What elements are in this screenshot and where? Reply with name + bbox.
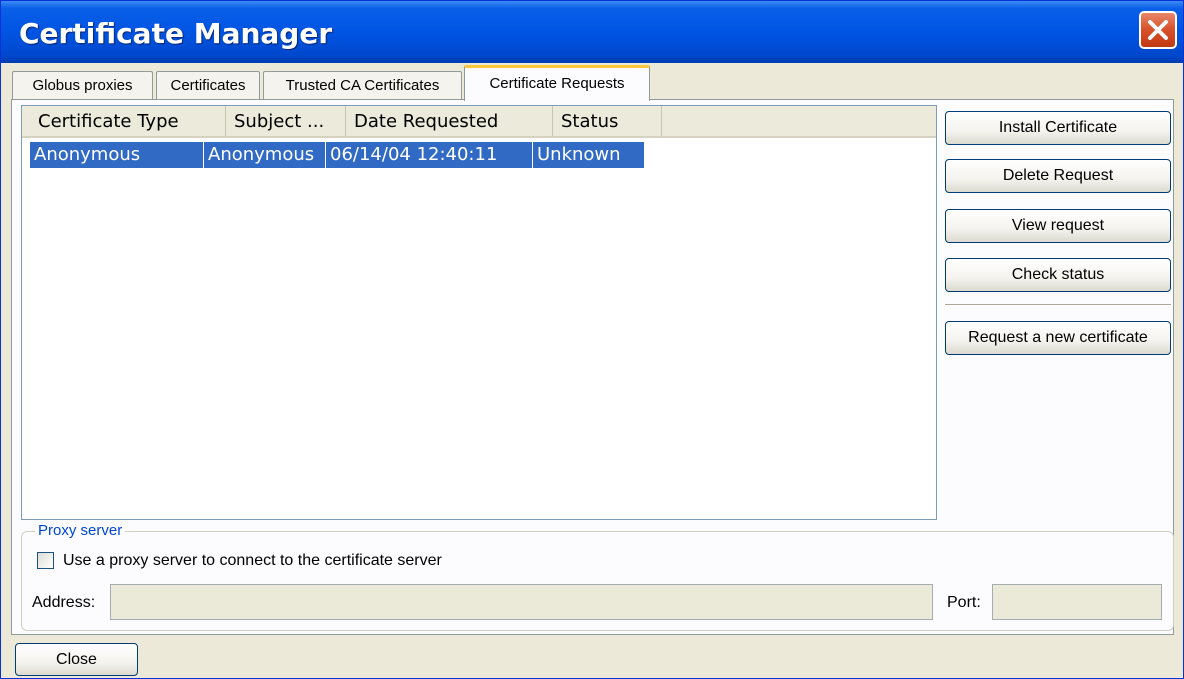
view-request-button[interactable]: View request: [945, 209, 1171, 243]
tab-trusted-ca-certificates[interactable]: Trusted CA Certificates: [263, 71, 462, 99]
tab-certificates[interactable]: Certificates: [156, 71, 260, 99]
use-proxy-checkbox-label[interactable]: Use a proxy server to connect to the cer…: [63, 551, 442, 571]
use-proxy-checkbox[interactable]: [37, 552, 54, 569]
requests-list[interactable]: Certificate Type Subject ... Date Reques…: [21, 105, 937, 520]
cell-subject: Anonymous: [204, 142, 326, 168]
title-bar[interactable]: Certificate Manager: [1, 1, 1183, 63]
tab-certificate-requests[interactable]: Certificate Requests: [464, 65, 650, 101]
proxy-server-group-label: Proxy server: [35, 521, 126, 541]
column-header-date-requested[interactable]: Date Requested: [346, 106, 553, 136]
cell-status: Unknown: [537, 144, 621, 165]
table-row[interactable]: Anonymous Anonymous 06/14/04 12:40:11 Un…: [30, 142, 644, 168]
tab-globus-proxies[interactable]: Globus proxies: [12, 71, 153, 99]
column-header-subject[interactable]: Subject ...: [226, 106, 346, 136]
certificate-manager-window: Certificate Manager Globus proxies Certi…: [0, 0, 1184, 679]
install-certificate-button[interactable]: Install Certificate: [945, 111, 1171, 145]
list-header: Certificate Type Subject ... Date Reques…: [22, 106, 936, 138]
request-new-certificate-button[interactable]: Request a new certificate: [945, 321, 1171, 355]
window-title: Certificate Manager: [19, 17, 333, 50]
check-status-button[interactable]: Check status: [945, 258, 1171, 292]
port-label: Port:: [947, 594, 981, 611]
cell-date-requested: 06/14/04 12:40:11: [326, 142, 533, 168]
column-header-status[interactable]: Status: [553, 106, 662, 136]
cell-certificate-type: Anonymous: [30, 142, 204, 168]
address-field[interactable]: [110, 584, 933, 620]
delete-request-button[interactable]: Delete Request: [945, 159, 1171, 193]
address-label: Address:: [32, 594, 96, 611]
column-header-certificate-type[interactable]: Certificate Type: [30, 106, 226, 136]
button-separator: [945, 304, 1171, 306]
close-icon[interactable]: [1139, 11, 1177, 49]
port-field[interactable]: [992, 584, 1162, 620]
close-button[interactable]: Close: [15, 643, 138, 676]
